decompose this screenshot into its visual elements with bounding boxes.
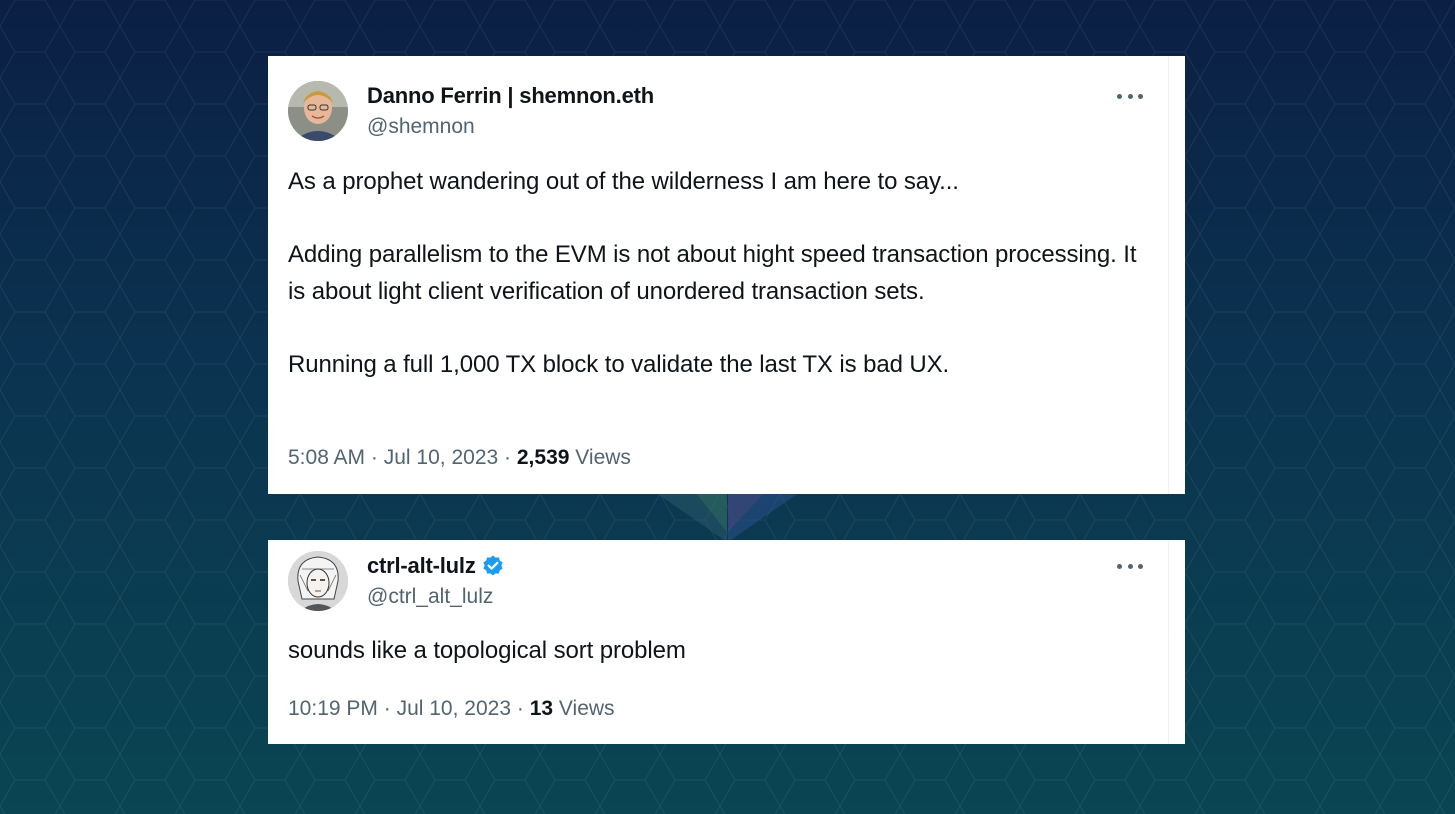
tweet-text: As a prophet wandering out of the wilder…	[288, 164, 1148, 383]
verified-badge-icon	[483, 555, 503, 576]
separator: ·	[504, 446, 512, 469]
separator: ·	[516, 697, 524, 720]
tweet-paragraph: Adding parallelism to the EVM is not abo…	[288, 241, 1137, 305]
avatar[interactable]	[288, 81, 348, 141]
tweet-paragraph: Running a full 1,000 TX block to validat…	[288, 350, 950, 378]
tweet-metadata: 5:08 AM · Jul 10, 2023 · 2,539 Views	[288, 446, 631, 470]
views-count: 13	[529, 697, 554, 720]
more-horizontal-icon[interactable]	[1117, 560, 1143, 572]
tweet-metadata: 10:19 PM · Jul 10, 2023 · 13 Views	[288, 697, 615, 721]
views-count: 2,539	[516, 446, 570, 469]
separator: ·	[383, 697, 391, 720]
display-name[interactable]: Danno Ferrin | shemnon.eth	[367, 83, 654, 109]
tweet-paragraph: As a prophet wandering out of the wilder…	[288, 168, 959, 195]
display-name-row[interactable]: ctrl-alt-lulz	[367, 553, 505, 579]
display-name[interactable]: ctrl-alt-lulz	[367, 553, 476, 579]
separator: ·	[370, 446, 378, 469]
tweet-date[interactable]: Jul 10, 2023	[384, 446, 498, 469]
user-handle[interactable]: @ctrl_alt_lulz	[367, 585, 493, 609]
tweet-date[interactable]: Jul 10, 2023	[397, 697, 511, 720]
views-label: Views	[558, 697, 615, 720]
tweet-time[interactable]: 5:08 AM	[288, 446, 365, 469]
background-logo	[655, 492, 800, 542]
tweet-text: sounds like a topological sort problem	[288, 633, 1148, 670]
tweet-card[interactable]: Danno Ferrin | shemnon.eth @shemnon As a…	[268, 56, 1185, 494]
display-name-row[interactable]: Danno Ferrin | shemnon.eth	[367, 83, 654, 109]
user-handle[interactable]: @shemnon	[367, 115, 475, 139]
avatar[interactable]	[288, 551, 348, 611]
tweet-paragraph: sounds like a topological sort problem	[288, 637, 686, 664]
tweet-time[interactable]: 10:19 PM	[288, 697, 378, 720]
views-label: Views	[575, 446, 631, 469]
tweet-card[interactable]: ctrl-alt-lulz @ctrl_alt_lulz sounds like…	[268, 540, 1185, 744]
more-horizontal-icon[interactable]	[1117, 90, 1143, 102]
